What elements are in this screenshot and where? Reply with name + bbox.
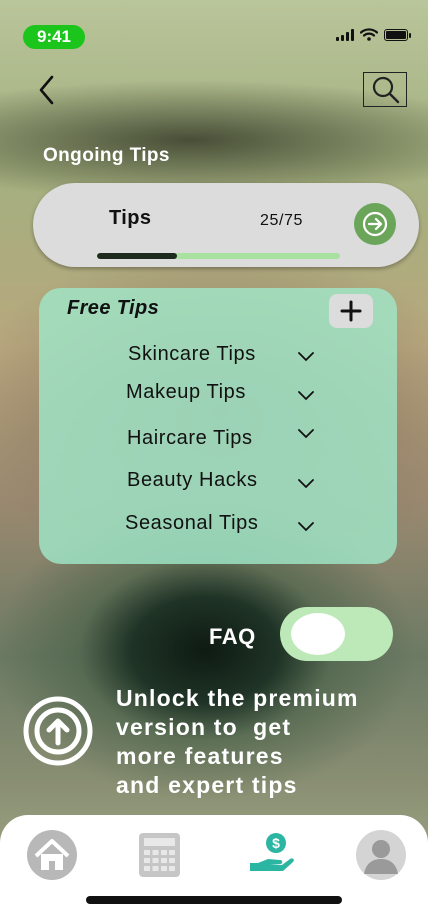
nav-calculator[interactable] — [134, 829, 186, 881]
tips-progress-fill — [97, 253, 178, 259]
tip-item-haircare[interactable]: Haircare Tips — [39, 427, 397, 453]
bottom-nav: $ — [0, 815, 428, 912]
faq-toggle[interactable] — [280, 607, 393, 661]
tip-item-label: Makeup Tips — [126, 381, 246, 403]
premium-upsell-text[interactable]: Unlock the premium version to get more f… — [116, 684, 406, 800]
search-button[interactable] — [363, 72, 407, 107]
tip-item-skincare[interactable]: Skincare Tips — [39, 343, 397, 369]
chevron-down-icon — [298, 522, 314, 532]
tip-item-label: Seasonal Tips — [125, 512, 259, 534]
chevron-down-icon — [298, 391, 314, 401]
add-tip-button[interactable] — [329, 294, 373, 328]
tip-item-label: Beauty Hacks — [127, 469, 258, 491]
upgrade-arrow-icon — [23, 696, 93, 766]
premium-text-line: more features — [116, 743, 284, 769]
tip-item-label: Skincare Tips — [128, 343, 256, 365]
chevron-down-icon — [298, 479, 314, 489]
free-tips-title: Free Tips — [67, 297, 160, 319]
ongoing-tips-title: Ongoing Tips — [43, 145, 170, 166]
svg-text:$: $ — [272, 835, 280, 851]
free-tips-card: Free Tips Skincare Tips Makeup Tips Hair… — [39, 288, 397, 564]
status-icons — [336, 28, 411, 41]
arrow-right-icon — [362, 211, 388, 237]
faq-label: FAQ — [209, 624, 256, 649]
back-button[interactable] — [34, 72, 64, 108]
tip-item-beauty-hacks[interactable]: Beauty Hacks — [39, 469, 397, 495]
search-icon — [372, 76, 400, 104]
tips-progress-bar — [97, 253, 340, 259]
tip-item-seasonal[interactable]: Seasonal Tips — [39, 512, 397, 538]
status-bar: 9:41 — [0, 22, 428, 50]
nav-earnings[interactable]: $ — [246, 829, 298, 881]
signal-icon — [336, 28, 354, 41]
premium-text-line: version to get — [116, 714, 292, 740]
chevron-down-icon — [298, 429, 314, 439]
battery-icon — [384, 28, 411, 41]
money-hand-icon: $ — [250, 833, 294, 871]
status-time: 9:41 — [23, 25, 85, 49]
wifi-icon — [360, 28, 378, 41]
toggle-knob[interactable] — [291, 613, 345, 655]
premium-text-line: and expert tips — [116, 772, 298, 798]
continue-button[interactable] — [354, 203, 396, 245]
chevron-left-icon — [39, 75, 54, 105]
tips-count: 25/75 — [260, 212, 304, 229]
ongoing-tips-card[interactable]: Tips 25/75 — [33, 183, 419, 267]
plus-icon — [340, 300, 362, 322]
tip-item-makeup[interactable]: Makeup Tips — [39, 381, 397, 407]
premium-text-line: Unlock the premium — [116, 685, 359, 711]
home-icon — [27, 830, 77, 880]
home-indicator — [86, 896, 342, 904]
chevron-down-icon — [298, 352, 314, 362]
profile-icon — [356, 830, 406, 880]
calculator-icon — [139, 833, 180, 877]
screen: 9:41 Ongoing Tips Tips 25/75 Free Tips S… — [0, 0, 428, 912]
nav-profile[interactable] — [355, 829, 407, 881]
upgrade-button[interactable] — [22, 695, 94, 767]
tip-item-label: Haircare Tips — [127, 427, 253, 449]
tips-label: Tips — [109, 207, 152, 229]
nav-home[interactable] — [26, 829, 78, 881]
